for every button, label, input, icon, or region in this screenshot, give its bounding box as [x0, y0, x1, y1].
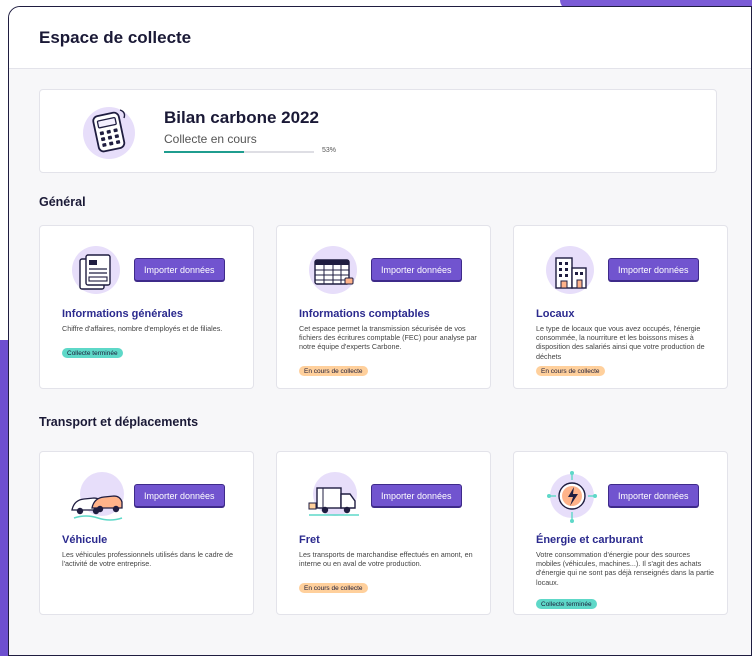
status-badge: En cours de collecte	[299, 366, 368, 376]
import-button-vehicule[interactable]: Importer données	[134, 484, 225, 507]
import-button-locaux[interactable]: Importer données	[608, 258, 699, 281]
card-locaux: Importer données Locaux Le type de locau…	[513, 225, 728, 389]
card-title: Informations générales	[62, 308, 184, 320]
progress-fill	[164, 151, 244, 153]
card-description: Les transports de marchandise effectués …	[299, 550, 473, 569]
card-description: Votre consommation d'énergie pour des so…	[536, 550, 714, 587]
card-title: Énergie et carburant	[536, 534, 643, 546]
card-informations-comptables: Importer données Informations comptables…	[276, 225, 491, 389]
status-badge: Collecte terminée	[62, 348, 123, 358]
card-title: Locaux	[536, 308, 575, 320]
progress-bar	[164, 151, 314, 153]
cars-icon	[70, 470, 126, 527]
energy-icon	[544, 470, 600, 531]
card-vehicule: Importer données Véhicule Les véhicules …	[39, 451, 254, 615]
calculator-icon	[80, 102, 138, 165]
page-header: Espace de collecte	[9, 7, 751, 69]
spreadsheet-icon	[307, 244, 359, 301]
bilan-title: Bilan carbone 2022	[164, 108, 319, 127]
card-title: Véhicule	[62, 534, 108, 546]
collection-window: Espace de collecte Bilan carbone 2022 Co…	[8, 6, 752, 656]
card-description: Les véhicules professionnels utilisés da…	[62, 550, 234, 569]
section-title-general: Général	[39, 195, 86, 209]
bilan-card: Bilan carbone 2022 Collecte en cours 53%	[39, 89, 717, 173]
card-fret: Importer données Fret Les transports de …	[276, 451, 491, 615]
progress-percent: 53%	[322, 147, 337, 154]
status-badge: En cours de collecte	[299, 583, 368, 593]
card-description: Cet espace permet la transmission sécuri…	[299, 324, 477, 352]
truck-icon	[307, 470, 363, 527]
import-button-energie-carburant[interactable]: Importer données	[608, 484, 699, 507]
documents-icon	[70, 244, 122, 301]
bilan-status: Collecte en cours	[164, 132, 257, 146]
import-button-informations-comptables[interactable]: Importer données	[371, 258, 462, 281]
card-description: Chiffre d'affaires, nombre d'employés et…	[62, 324, 223, 333]
card-title: Fret	[299, 534, 320, 546]
section-title-transport: Transport et déplacements	[39, 415, 199, 429]
status-badge: Collecte terminée	[536, 599, 597, 609]
page-title: Espace de collecte	[39, 27, 192, 47]
card-description: Le type de locaux que vous avez occupés,…	[536, 324, 705, 361]
card-informations-generales: Importer données Informations générales …	[39, 225, 254, 389]
building-icon	[544, 244, 596, 301]
card-title: Informations comptables	[299, 308, 430, 320]
import-button-informations-generales[interactable]: Importer données	[134, 258, 225, 281]
card-energie-carburant: Importer données Énergie et carburant Vo…	[513, 451, 728, 615]
status-badge: En cours de collecte	[536, 366, 605, 376]
import-button-fret[interactable]: Importer données	[371, 484, 462, 507]
